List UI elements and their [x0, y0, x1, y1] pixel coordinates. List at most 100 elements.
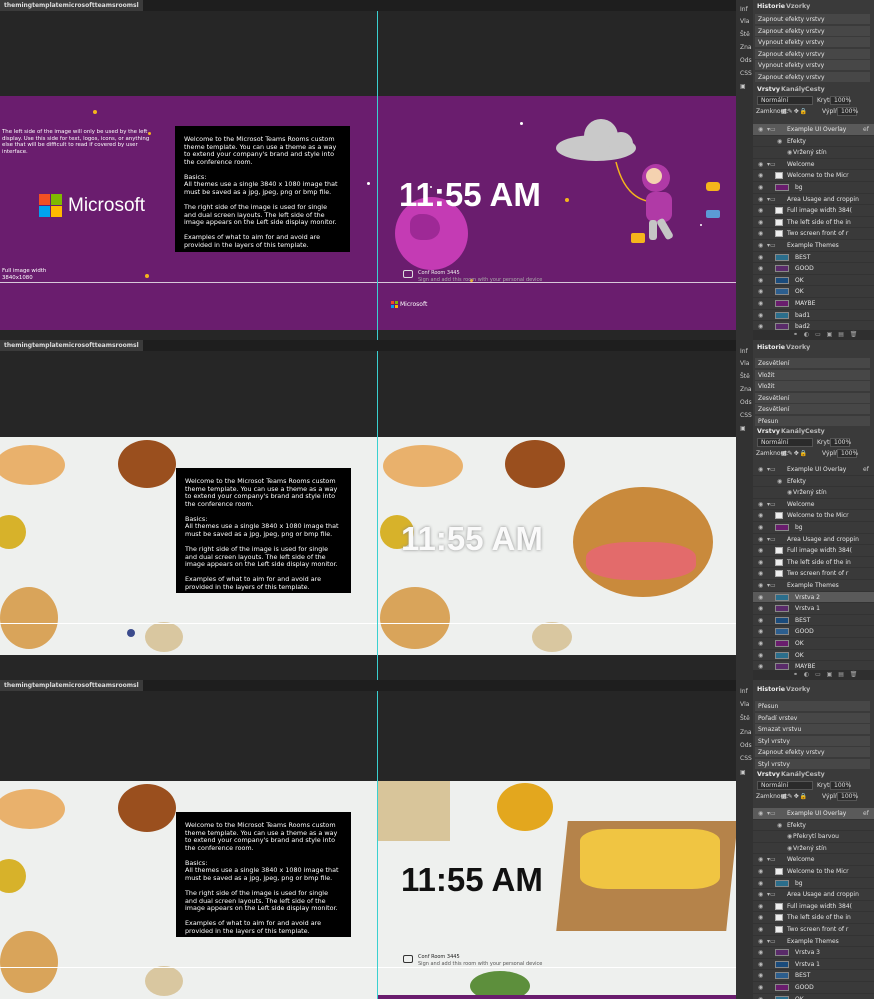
layer-row[interactable]: ◉ Vržený stín — [753, 147, 874, 159]
layer-row[interactable]: ◉ OK — [753, 994, 874, 999]
side-item-styles[interactable]: Ště — [740, 715, 750, 722]
history-item[interactable]: Zapnout efekty vrstvy — [755, 48, 870, 60]
eye-icon[interactable]: ◉ — [787, 843, 792, 854]
canvas-area[interactable]: themingtemplatemicrosoftteamsroomsl Welc… — [0, 680, 736, 999]
lock-icons[interactable]: ▦✎✥🔒 — [781, 450, 808, 457]
history-item[interactable]: Zesvětlení — [755, 392, 870, 404]
opacity-input[interactable]: 100% — [830, 96, 851, 105]
layer-row[interactable]: ◉ OK — [753, 275, 874, 287]
history-item[interactable]: Zesvětlení — [755, 358, 870, 369]
layer-row[interactable]: ◉ Welcome to the Micr — [753, 170, 874, 182]
eye-icon[interactable]: ◉ — [758, 228, 763, 239]
history-item[interactable]: Zapnout efekty vrstvy — [755, 25, 870, 37]
history-item[interactable]: Zapnout efekty vrstvy — [755, 71, 870, 83]
history-item[interactable]: Vypnout efekty vrstvy — [755, 37, 870, 48]
eye-icon[interactable]: ◉ — [758, 592, 763, 603]
side-item-properties[interactable]: Vla — [740, 18, 749, 25]
layer-row[interactable]: ◉ Efekty — [753, 820, 874, 832]
layer-row[interactable]: ◉ BEST — [753, 970, 874, 982]
layer-row[interactable]: ◉ Two screen front of r — [753, 228, 874, 240]
eye-icon[interactable]: ◉ — [758, 545, 763, 556]
eye-icon[interactable]: ◉ — [787, 147, 792, 158]
tab-paths[interactable]: Cesty — [805, 428, 825, 435]
history-item[interactable]: Přesun — [755, 415, 870, 427]
history-item[interactable]: Vložit — [755, 369, 870, 381]
side-item-info[interactable]: Inf — [740, 348, 748, 355]
eye-icon[interactable]: ◉ — [758, 263, 763, 274]
eye-icon[interactable]: ◉ — [758, 615, 763, 626]
eye-icon[interactable]: ◉ — [758, 510, 763, 521]
layer-row[interactable]: ◉ Vrstva 3 — [753, 947, 874, 959]
document-canvas[interactable]: The left side of the image will only be … — [0, 96, 736, 330]
history-item[interactable]: Zapnout efekty vrstvy — [755, 747, 870, 758]
eye-icon[interactable]: ◉ — [758, 994, 763, 999]
side-item-info[interactable]: Inf — [740, 6, 748, 13]
eye-icon[interactable]: ◉ — [758, 205, 763, 216]
history-item[interactable]: Zapnout efekty vrstvy — [755, 14, 870, 25]
eye-icon[interactable]: ◉ — [758, 286, 763, 297]
lock-icons[interactable]: ▦✎✥🔒 — [781, 108, 808, 115]
layer-footer-icons[interactable]: ⚭ ◐ ▭ ▣ ▤ 🗑 — [793, 671, 859, 678]
side-item-css[interactable]: CSS — [740, 70, 752, 77]
layer-row[interactable]: ◉ Vrstva 1 — [753, 603, 874, 615]
tab-swatches[interactable]: Vzorky — [786, 344, 810, 351]
eye-icon[interactable]: ◉ — [758, 557, 763, 568]
canvas-area[interactable]: themingtemplatemicrosoftteamsroomsl Welc… — [0, 340, 736, 680]
layer-row[interactable]: ◉ Překrytí barvou — [753, 831, 874, 843]
layer-row[interactable]: ◉ ▾▭ Example Themes — [753, 240, 874, 252]
fill-input[interactable]: 100% — [837, 449, 858, 458]
history-item[interactable]: Styl vrstvy — [755, 758, 870, 770]
layer-row[interactable]: ◉ OK — [753, 638, 874, 650]
document-canvas[interactable]: Welcome to the Microsot Teams Rooms cust… — [0, 781, 736, 999]
history-item[interactable]: Smazat vrstvu — [755, 724, 870, 735]
tab-layers[interactable]: Vrstvy — [757, 771, 780, 778]
tab-layers[interactable]: Vrstvy — [757, 86, 780, 93]
eye-icon[interactable]: ◉ — [758, 650, 763, 661]
tab-channels[interactable]: Kanály — [781, 771, 805, 778]
side-item-styles[interactable]: Ště — [740, 373, 750, 380]
eye-icon[interactable]: ◉ — [758, 499, 763, 510]
eye-icon[interactable]: ◉ — [758, 603, 763, 614]
layer-row[interactable]: ◉ GOOD — [753, 263, 874, 275]
layer-row[interactable]: ◉ Vržený stín — [753, 843, 874, 855]
layer-row[interactable]: ◉ ▾▭ Area Usage and croppin — [753, 194, 874, 206]
layer-row[interactable]: ◉ Efekty — [753, 476, 874, 488]
history-item[interactable]: Přesun — [755, 701, 870, 712]
layer-row[interactable]: ◉ ▾▭ Example UI Overlay ef — [753, 808, 874, 820]
side-item-paragraphs[interactable]: Ods — [740, 57, 752, 64]
history-item[interactable]: Pořadí vrstev — [755, 712, 870, 724]
eye-icon[interactable]: ◉ — [758, 626, 763, 637]
side-item-info[interactable]: Inf — [740, 688, 748, 695]
eye-icon[interactable]: ◉ — [777, 820, 782, 831]
eye-icon[interactable]: ◉ — [758, 568, 763, 579]
image-icon[interactable]: ▣ — [740, 425, 746, 432]
tab-history[interactable]: Historie — [757, 3, 785, 10]
side-item-css[interactable]: CSS — [740, 412, 752, 419]
layer-row[interactable]: ◉ ▾▭ Welcome — [753, 854, 874, 866]
blend-mode-select[interactable]: Normální — [757, 781, 813, 790]
layer-row[interactable]: ◉ ▾▭ Area Usage and croppin — [753, 889, 874, 901]
eye-icon[interactable]: ◉ — [758, 124, 763, 135]
blend-mode-select[interactable]: Normální — [757, 438, 813, 447]
eye-icon[interactable]: ◉ — [758, 959, 763, 970]
layer-row[interactable]: ◉ bg — [753, 182, 874, 194]
eye-icon[interactable]: ◉ — [758, 252, 763, 263]
tab-paths[interactable]: Cesty — [805, 86, 825, 93]
history-item[interactable]: Zesvětlení — [755, 404, 870, 415]
layer-row[interactable]: ◉ ▾▭ Welcome — [753, 159, 874, 171]
side-item-characters[interactable]: Zna — [740, 386, 752, 393]
fill-input[interactable]: 100% — [837, 792, 858, 801]
layer-row[interactable]: ◉ bad1 — [753, 310, 874, 322]
eye-icon[interactable]: ◉ — [758, 947, 763, 958]
eye-icon[interactable]: ◉ — [758, 580, 763, 591]
layer-row[interactable]: ◉ GOOD — [753, 626, 874, 638]
image-icon[interactable]: ▣ — [740, 769, 746, 776]
layer-row[interactable]: ◉ Vržený stín — [753, 487, 874, 499]
document-tab[interactable]: themingtemplatemicrosoftteamsroomsl — [0, 680, 143, 691]
layer-row[interactable]: ◉ ▾▭ Example Themes — [753, 936, 874, 948]
layer-row[interactable]: ◉ The left side of the in — [753, 557, 874, 569]
layer-row[interactable]: ◉ The left side of the in — [753, 912, 874, 924]
layer-row[interactable]: ◉ Two screen front of r — [753, 924, 874, 936]
side-item-paragraphs[interactable]: Ods — [740, 742, 752, 749]
opacity-input[interactable]: 100% — [830, 438, 851, 447]
